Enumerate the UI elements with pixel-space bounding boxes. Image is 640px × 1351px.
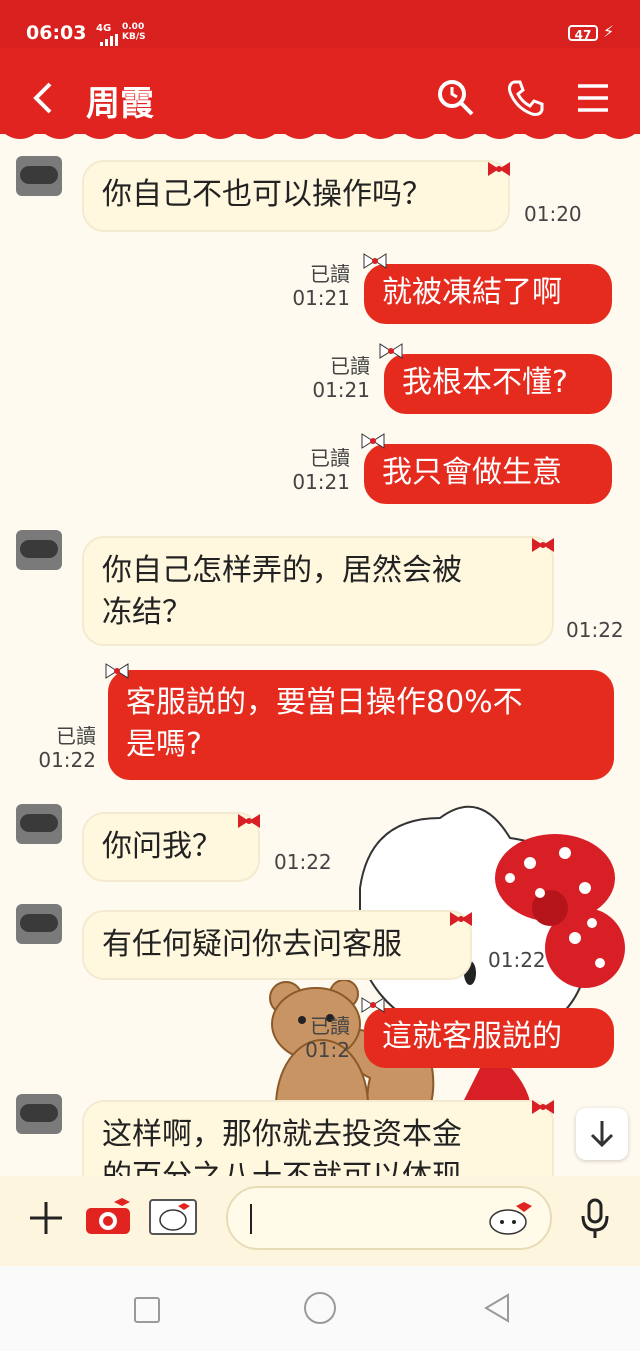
camera-button[interactable]	[84, 1198, 132, 1236]
contact-avatar[interactable]	[16, 804, 62, 844]
bow-icon	[361, 433, 385, 449]
contact-avatar[interactable]	[16, 904, 62, 944]
message-time: 01:20	[524, 202, 582, 226]
message-text: 就被凍結了啊	[382, 275, 562, 310]
status-time: 06:03	[26, 22, 87, 44]
system-back-button[interactable]	[482, 1292, 512, 1324]
message-text: 你问我？	[102, 829, 222, 864]
arrow-down-icon	[590, 1121, 614, 1148]
home-button[interactable]	[304, 1292, 336, 1324]
message-text-line: 冻结？	[102, 595, 192, 630]
message-text: 我根本不懂?	[402, 365, 568, 400]
message-time: 01:22	[274, 850, 332, 874]
message-time: 01:22	[488, 948, 546, 972]
bow-icon	[450, 912, 472, 926]
contact-avatar[interactable]	[16, 156, 62, 196]
menu-icon	[578, 84, 608, 112]
plus-icon	[30, 1202, 62, 1234]
bow-icon	[363, 253, 387, 269]
read-receipt: 已讀 01:2	[286, 1014, 350, 1062]
microphone-icon	[581, 1198, 609, 1238]
chevron-left-icon	[33, 82, 52, 114]
sticker-button[interactable]	[148, 1198, 198, 1236]
message-text: 這就客服説的	[382, 1019, 562, 1054]
message-text: 你自己不也可以操作吗？	[102, 177, 432, 212]
message-list[interactable]: 你自己不也可以操作吗？ 01:20 已讀 01:21 就被凍結了啊 已讀 01:…	[0, 148, 640, 1178]
contact-name: 周霞	[86, 84, 154, 124]
message-text-line: 客服説的，要當日操作80%不	[126, 685, 523, 720]
message-time: 01:21	[292, 286, 350, 310]
message-text: 我只會做生意	[382, 455, 562, 490]
message-bubble-outgoing[interactable]: 客服説的，要當日操作80%不 是嗎?	[108, 670, 614, 780]
emoji-button[interactable]	[486, 1200, 532, 1236]
net-speed-value: 0.00	[122, 22, 145, 32]
bow-icon	[532, 1100, 554, 1114]
back-button[interactable]	[28, 78, 68, 118]
phone-icon	[508, 80, 544, 116]
read-label: 已讀	[56, 724, 96, 748]
message-bubble-incoming[interactable]: 你问我？	[82, 812, 260, 882]
message-bubble-outgoing[interactable]: 這就客服説的	[364, 1008, 614, 1068]
message-time: 01:22	[566, 618, 624, 642]
message-text-line: 你自己怎样弄的，居然会被	[102, 553, 462, 588]
network-indicator: 4G	[96, 23, 112, 34]
contact-avatar[interactable]	[16, 530, 62, 570]
bow-icon	[488, 162, 510, 176]
message-time: 01:21	[312, 378, 370, 402]
sticker-icon	[149, 1199, 197, 1235]
read-label: 已讀	[310, 1014, 350, 1038]
message-bubble-incoming[interactable]: 你自己不也可以操作吗？	[82, 160, 510, 232]
search-icon	[438, 80, 474, 116]
signal-icon	[100, 34, 118, 46]
message-text-line: 的百分之八十不就可以体现	[102, 1159, 462, 1178]
attach-button[interactable]	[24, 1196, 68, 1240]
read-label: 已讀	[310, 262, 350, 286]
read-label: 已讀	[330, 354, 370, 378]
bow-icon	[238, 814, 260, 828]
message-input[interactable]	[226, 1186, 552, 1250]
search-button[interactable]	[434, 76, 478, 120]
call-button[interactable]	[504, 76, 548, 120]
bow-icon	[532, 538, 554, 552]
read-receipt: 已讀 01:21	[290, 262, 350, 310]
voice-button[interactable]	[578, 1196, 612, 1240]
bow-icon	[105, 663, 129, 679]
camera-icon	[86, 1198, 130, 1234]
message-bubble-outgoing[interactable]: 我只會做生意	[364, 444, 612, 504]
scroll-to-bottom-button[interactable]	[576, 1108, 628, 1160]
message-bubble-outgoing[interactable]: 我根本不懂?	[384, 354, 612, 414]
menu-button[interactable]	[572, 76, 616, 120]
read-receipt: 已讀 01:21	[300, 354, 370, 402]
read-label: 已讀	[310, 446, 350, 470]
message-bubble-incoming[interactable]: 有任何疑问你去问客服	[82, 910, 472, 980]
text-caret	[250, 1204, 252, 1234]
recent-apps-button[interactable]	[134, 1297, 160, 1323]
bow-icon	[379, 343, 403, 359]
message-bubble-incoming[interactable]: 你自己怎样弄的，居然会被 冻结？	[82, 536, 554, 646]
message-bubble-incoming[interactable]: 这样啊，那你就去投资本金 的百分之八十不就可以体现	[82, 1100, 554, 1178]
message-text-line: 这样啊，那你就去投资本金	[102, 1117, 462, 1152]
contact-avatar[interactable]	[16, 1094, 62, 1134]
status-bar: 06:03 4G 0.00 KB/S 47 ⚡	[0, 0, 640, 48]
message-time: 01:2	[305, 1038, 350, 1062]
net-speed: 0.00 KB/S	[122, 22, 146, 42]
header-scallop	[0, 124, 640, 139]
battery-icon: 47	[568, 25, 598, 42]
message-bubble-outgoing[interactable]: 就被凍結了啊	[364, 264, 612, 324]
bow-icon	[361, 997, 385, 1013]
message-text-line: 是嗎?	[126, 727, 202, 762]
charging-icon: ⚡	[603, 22, 615, 41]
read-receipt: 已讀 01:21	[290, 446, 350, 494]
message-time: 01:21	[292, 470, 350, 494]
message-text: 有任何疑问你去问客服	[102, 927, 402, 962]
net-speed-unit: KB/S	[122, 32, 146, 42]
read-receipt: 已讀 01:22	[34, 724, 96, 772]
message-time: 01:22	[38, 748, 96, 772]
